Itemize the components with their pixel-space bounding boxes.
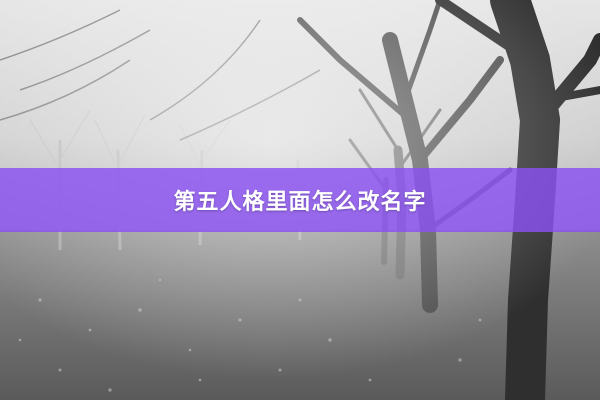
title-banner: 第五人格里面怎么改名字 (0, 168, 600, 232)
photo-scene: 第五人格里面怎么改名字 (0, 0, 600, 400)
banner-title: 第五人格里面怎么改名字 (173, 190, 427, 215)
